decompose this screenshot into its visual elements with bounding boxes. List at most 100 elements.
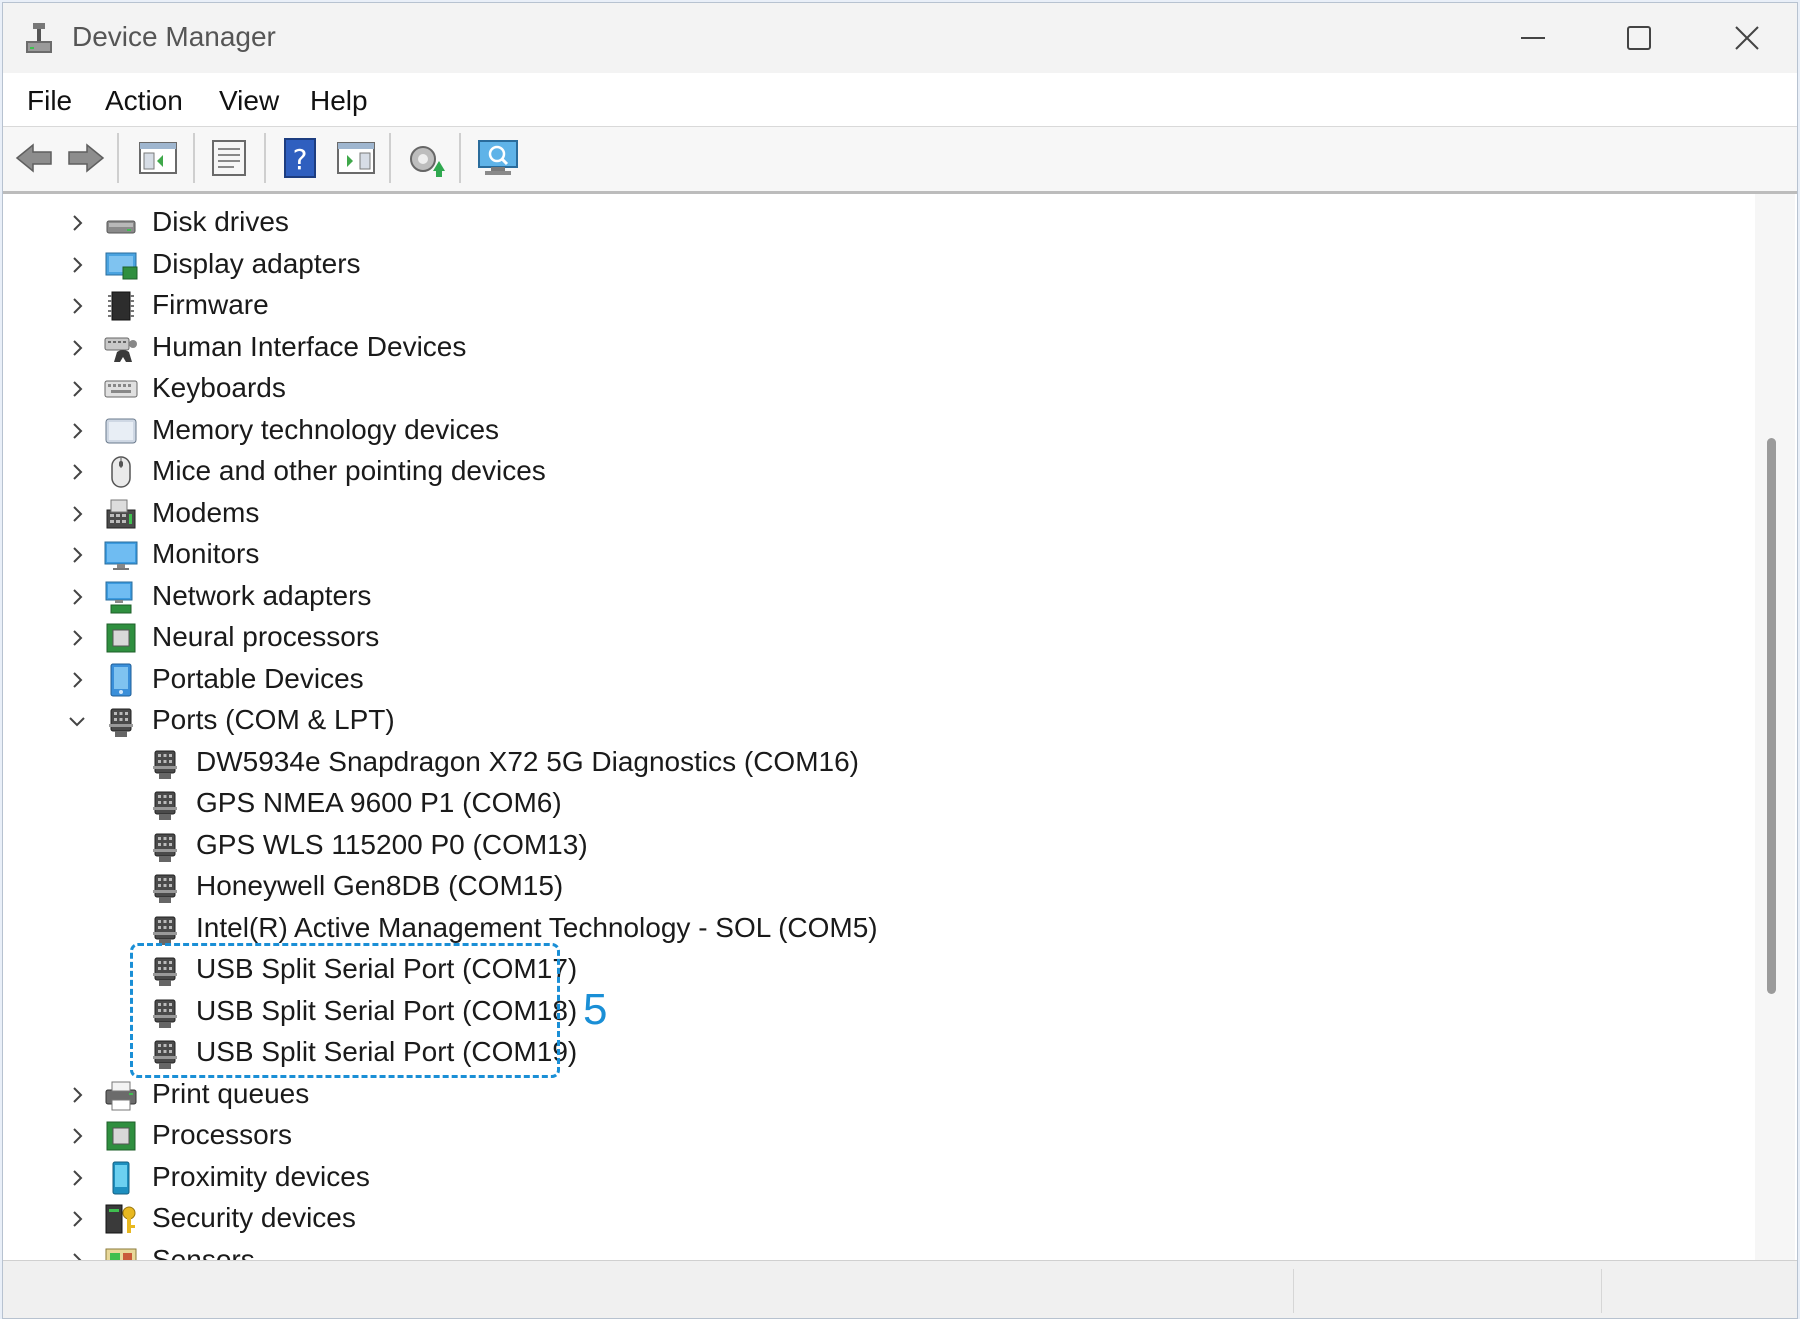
properties-icon <box>212 140 246 176</box>
tree-category-item[interactable]: Keyboards <box>3 368 1743 409</box>
help-button[interactable]: ? <box>277 135 323 181</box>
tree-device-item[interactable]: GPS WLS 115200 P0 (COM13) <box>3 825 1743 866</box>
toolbar: ? <box>3 127 1797 194</box>
tree-category-item[interactable]: Portable Devices <box>3 659 1743 700</box>
forward-arrow-icon <box>68 143 105 173</box>
port-icon <box>153 833 177 862</box>
show-hide-console-tree-button[interactable] <box>135 135 181 181</box>
back-arrow-icon <box>15 143 52 173</box>
category-label: Memory technology devices <box>152 413 500 445</box>
tree-category-item[interactable]: Memory technology devices <box>3 410 1743 451</box>
maximize-button[interactable] <box>1599 13 1679 63</box>
tree-category-item[interactable]: Neural processors <box>3 617 1743 658</box>
security-device-icon <box>105 1204 136 1234</box>
chevron-right-icon[interactable] <box>67 338 87 358</box>
toolbar-separator <box>389 133 391 183</box>
device-label: Intel(R) Active Management Technology - … <box>196 911 878 943</box>
chevron-right-icon[interactable] <box>67 1126 87 1146</box>
tree-category-item[interactable]: Display adapters <box>3 244 1743 285</box>
title-bar[interactable]: Device Manager <box>3 3 1797 73</box>
port-icon <box>153 916 177 945</box>
category-label: Keyboards <box>152 372 286 403</box>
category-label: Network adapters <box>152 579 372 611</box>
chevron-right-icon[interactable] <box>67 628 87 648</box>
chevron-right-icon[interactable] <box>67 670 87 690</box>
tree-category-item[interactable]: Security devices <box>3 1198 1743 1239</box>
toolbar-separator <box>459 133 461 183</box>
chevron-right-icon[interactable] <box>67 213 87 233</box>
chevron-right-icon[interactable] <box>67 587 87 607</box>
chevron-right-icon[interactable] <box>67 421 87 441</box>
category-label: Mice and other pointing devices <box>152 455 546 486</box>
menu-file[interactable]: File <box>23 85 76 117</box>
category-label: Human Interface Devices <box>152 330 467 362</box>
category-label: Display adapters <box>152 247 361 279</box>
category-label: Processors <box>152 1119 293 1150</box>
tree-device-item[interactable]: DW5934e Snapdragon X72 5G Diagnostics (C… <box>3 742 1743 783</box>
tree-category-item[interactable]: Firmware <box>3 285 1743 326</box>
tree-category-item[interactable]: Proximity devices <box>3 1157 1743 1198</box>
chevron-right-icon[interactable] <box>67 462 87 482</box>
category-label: Portable Devices <box>152 662 364 694</box>
device-label: GPS NMEA 9600 P1 (COM6) <box>196 787 562 818</box>
tree-category-item[interactable]: Monitors <box>3 534 1743 575</box>
scan-hardware-changes-icon <box>478 140 518 175</box>
tree-device-item[interactable]: Honeywell Gen8DB (COM15) <box>3 866 1743 907</box>
chevron-right-icon[interactable] <box>67 504 87 524</box>
tree-category-item[interactable]: Modems <box>3 493 1743 534</box>
chevron-right-icon[interactable] <box>67 1168 87 1188</box>
firmware-icon <box>108 291 134 321</box>
maximize-icon <box>1627 26 1651 50</box>
monitor-icon <box>104 541 138 570</box>
device-tree: Disk drives Display adapters Firmware Human… <box>3 194 1755 1260</box>
tree-category-item-expanded[interactable]: Ports (COM & LPT) <box>3 700 1743 741</box>
toolbar-separator <box>117 133 119 183</box>
close-button[interactable] <box>1707 13 1787 63</box>
tree-category-item[interactable]: Processors <box>3 1115 1743 1156</box>
update-driver-button[interactable] <box>403 135 449 181</box>
portable-device-icon <box>110 663 132 696</box>
device-manager-app-icon <box>26 23 52 53</box>
category-label: Sensors <box>152 1243 255 1261</box>
chevron-right-icon[interactable] <box>67 1085 87 1105</box>
device-label: GPS WLS 115200 P0 (COM13) <box>196 828 588 860</box>
menu-action[interactable]: Action <box>101 85 187 117</box>
chevron-right-icon[interactable] <box>67 1251 87 1261</box>
minimize-button[interactable] <box>1493 13 1573 63</box>
action-pane-icon <box>337 142 375 174</box>
tree-category-item[interactable]: Sensors <box>3 1240 1743 1261</box>
chevron-right-icon[interactable] <box>67 1209 87 1229</box>
highlight-box <box>130 943 560 1078</box>
window-title: Device Manager <box>72 21 276 52</box>
chevron-right-icon[interactable] <box>67 379 87 399</box>
callout-number: 5 <box>583 985 608 1034</box>
action-pane-button[interactable] <box>333 135 379 181</box>
tree-category-item[interactable]: Human Interface Devices <box>3 327 1743 368</box>
memory-device-icon <box>105 418 137 443</box>
neural-processor-icon <box>106 623 136 653</box>
menu-view[interactable]: View <box>215 85 283 117</box>
forward-button[interactable] <box>63 135 109 181</box>
chevron-right-icon[interactable] <box>67 296 87 316</box>
scrollbar-thumb[interactable] <box>1767 438 1776 994</box>
tree-category-item[interactable]: Print queues <box>3 1074 1743 1115</box>
tree-category-item[interactable]: Disk drives <box>3 202 1743 243</box>
network-adapter-icon <box>105 581 133 613</box>
mouse-icon <box>111 456 131 488</box>
sensor-icon <box>105 1248 137 1260</box>
chevron-right-icon[interactable] <box>67 255 87 275</box>
category-label: Modems <box>152 496 260 528</box>
tree-category-item[interactable]: Network adapters <box>3 576 1743 617</box>
vertical-scrollbar[interactable] <box>1755 194 1795 1260</box>
tree-device-item[interactable]: GPS NMEA 9600 P1 (COM6) <box>3 783 1743 824</box>
chevron-down-icon[interactable] <box>67 711 87 731</box>
scan-hardware-changes-button[interactable] <box>475 135 521 181</box>
port-icon <box>153 750 177 779</box>
port-icon <box>153 874 177 903</box>
menu-help[interactable]: Help <box>306 85 372 117</box>
back-button[interactable] <box>11 135 57 181</box>
chevron-right-icon[interactable] <box>67 545 87 565</box>
port-icon <box>153 791 177 820</box>
properties-button[interactable] <box>206 135 252 181</box>
tree-category-item[interactable]: Mice and other pointing devices <box>3 451 1743 492</box>
